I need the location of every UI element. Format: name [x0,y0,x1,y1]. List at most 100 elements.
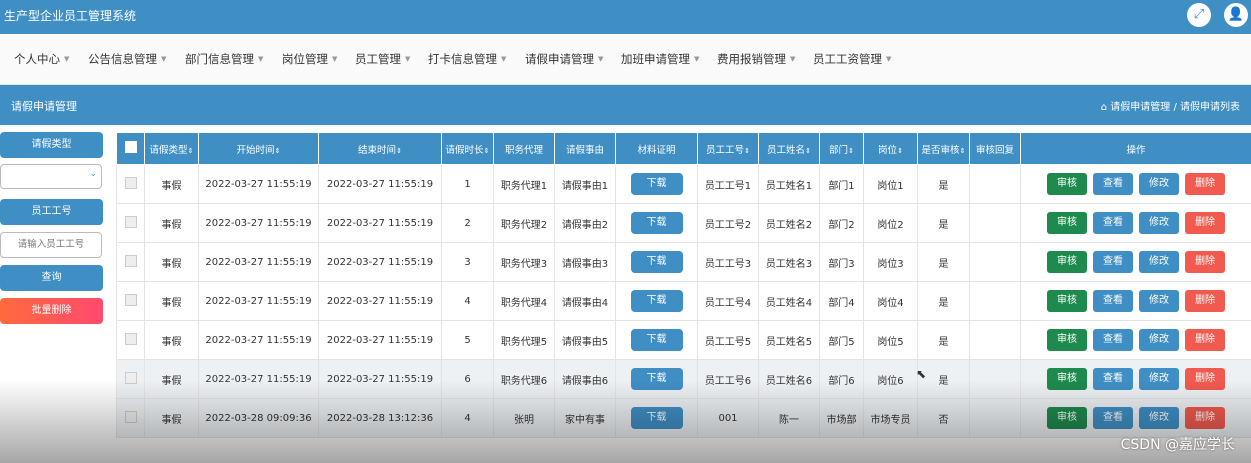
row-checkbox[interactable] [116,203,145,243]
table-cell: 岗位5 [863,320,918,360]
nav-salary[interactable]: 员工工资管理 ▼ [813,51,891,67]
edit-button[interactable]: 修改 [1139,290,1179,312]
col-header[interactable]: 请假时长⇕ [441,132,494,165]
table-cell: 请假事由1 [554,164,616,204]
delete-button[interactable]: 删除 [1185,251,1225,273]
table-cell: 2022-03-27 11:55:19 [318,164,442,204]
col-header[interactable]: 是否审核⇕ [917,132,970,165]
delete-button[interactable]: 删除 [1185,368,1225,390]
row-checkbox[interactable] [116,359,145,399]
material-cell: 下载 [615,398,698,438]
edit-button[interactable]: 修改 [1139,173,1179,195]
view-button[interactable]: 查看 [1093,290,1133,312]
delete-button[interactable]: 删除 [1185,329,1225,351]
col-header[interactable]: 开始时间⇕ [198,132,319,165]
table-row: 事假 2022-03-27 11:55:19 2022-03-27 11:55:19… [116,203,1251,243]
download-button[interactable]: 下载 [630,290,683,312]
col-header[interactable]: 请假类型⇕ [144,132,199,165]
view-button[interactable]: 查看 [1093,173,1133,195]
table-cell: 5 [441,320,494,360]
query-button[interactable]: 查询 [0,265,103,291]
edit-button[interactable]: 修改 [1139,251,1179,273]
nav-position[interactable]: 岗位管理 ▼ [282,51,337,67]
audit-button[interactable]: 审核 [1047,368,1087,390]
table-cell: 请假事由3 [554,242,616,282]
audit-button[interactable]: 审核 [1047,329,1087,351]
table-cell: 是 [917,242,970,282]
download-button[interactable]: 下载 [630,407,683,429]
ops-cell: 审核 查看 修改 删除 [1020,320,1251,360]
nav-department[interactable]: 部门信息管理 ▼ [185,51,263,67]
col-header[interactable]: 结束时间⇕ [318,132,442,165]
edit-button[interactable]: 修改 [1139,329,1179,351]
table-cell: 员工姓名4 [758,281,820,321]
table-cell: 001 [697,398,759,438]
row-checkbox[interactable] [116,398,145,438]
table-cell: 是 [917,164,970,204]
table-cell: 事假 [144,398,199,438]
row-checkbox[interactable] [116,320,145,360]
edit-button[interactable]: 修改 [1139,407,1179,429]
table-cell: 员工工号1 [697,164,759,204]
view-button[interactable]: 查看 [1093,212,1133,234]
fullscreen-icon[interactable]: ⤢ [1187,3,1211,27]
view-button[interactable]: 查看 [1093,329,1133,351]
table-cell: 2022-03-27 11:55:19 [318,281,442,321]
download-button[interactable]: 下载 [630,251,683,273]
nav-leave[interactable]: 请假申请管理 ▼ [525,51,603,67]
delete-button[interactable]: 删除 [1185,290,1225,312]
table-cell: 职务代理1 [493,164,555,204]
table-row: 事假 2022-03-27 11:55:19 2022-03-27 11:55:19… [116,242,1251,282]
col-header[interactable]: 岗位⇕ [863,132,918,165]
user-icon[interactable]: 👤 [1224,3,1248,27]
download-button[interactable]: 下载 [630,368,683,390]
view-button[interactable]: 查看 [1093,407,1133,429]
view-button[interactable]: 查看 [1093,368,1133,390]
audit-button[interactable]: 审核 [1047,173,1087,195]
table-cell: 岗位2 [863,203,918,243]
audit-button[interactable]: 审核 [1047,407,1087,429]
select-all-checkbox[interactable] [116,132,145,165]
download-button[interactable]: 下载 [630,212,683,234]
nav-announcement[interactable]: 公告信息管理 ▼ [88,51,166,67]
nav-employee[interactable]: 员工管理 ▼ [355,51,410,67]
mouse-cursor-icon: ⬉ [916,367,927,381]
table-cell: 员工工号4 [697,281,759,321]
col-header[interactable]: 员工姓名⇕ [758,132,820,165]
delete-button[interactable]: 删除 [1185,173,1225,195]
row-checkbox[interactable] [116,164,145,204]
table-cell [969,164,1021,204]
nav-expense[interactable]: 费用报销管理 ▼ [717,51,795,67]
view-button[interactable]: 查看 [1093,251,1133,273]
delete-button[interactable]: 删除 [1185,212,1225,234]
audit-button[interactable]: 审核 [1047,290,1087,312]
ops-cell: 审核 查看 修改 删除 [1020,281,1251,321]
material-cell: 下载 [615,359,698,399]
download-button[interactable]: 下载 [630,329,683,351]
audit-button[interactable]: 审核 [1047,251,1087,273]
material-cell: 下载 [615,320,698,360]
batch-delete-button[interactable]: 批量删除 [0,298,103,324]
row-checkbox[interactable] [116,281,145,321]
app-title: 生产型企业员工管理系统 [4,9,137,23]
table-cell: 1 [441,164,494,204]
breadcrumb[interactable]: ⌂ 请假申请管理 / 请假申请列表 [1101,98,1240,113]
nav-clock-in[interactable]: 打卡信息管理 ▼ [428,51,506,67]
edit-button[interactable]: 修改 [1139,212,1179,234]
home-icon[interactable]: ⌂ [1101,102,1107,113]
delete-button[interactable]: 删除 [1185,407,1225,429]
row-checkbox[interactable] [116,242,145,282]
nav-personal-center[interactable]: 个人中心 ▼ [14,51,69,67]
nav-overtime[interactable]: 加班申请管理 ▼ [621,51,699,67]
audit-button[interactable]: 审核 [1047,212,1087,234]
ops-cell: 审核 查看 修改 删除 [1020,242,1251,282]
col-header[interactable]: 部门⇕ [819,132,864,165]
leave-table: 请假类型⇕ 开始时间⇕ 结束时间⇕ 请假时长⇕ 职务代理 请假事由 材料证明 员… [116,132,1251,438]
edit-button[interactable]: 修改 [1139,368,1179,390]
page-title: 请假申请管理 [11,100,77,113]
emp-no-input[interactable]: 请输入员工工号 [0,232,102,258]
download-button[interactable]: 下载 [630,173,683,195]
table-cell: 职务代理6 [493,359,555,399]
col-header[interactable]: 员工工号⇕ [697,132,759,165]
leave-type-select[interactable]: ⌄ [0,164,102,189]
